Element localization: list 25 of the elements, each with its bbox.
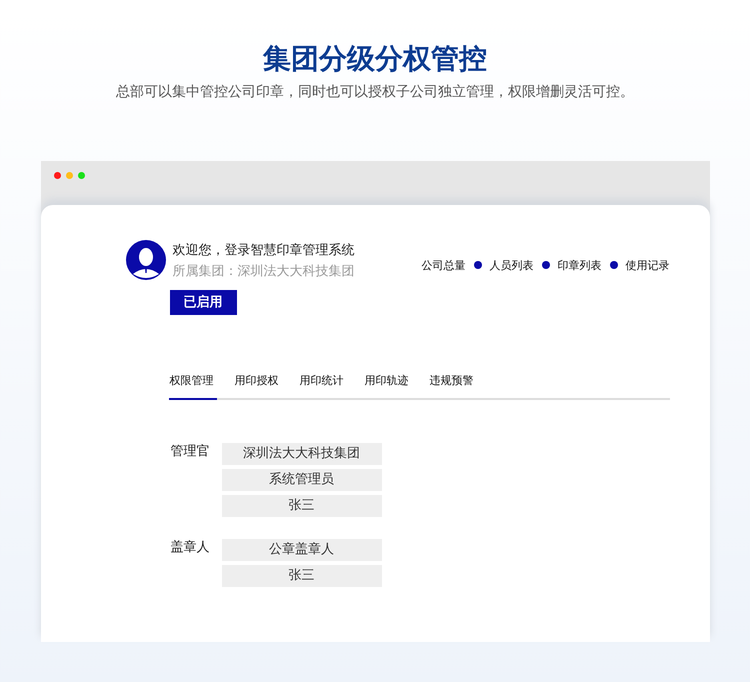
nav-link[interactable]: 使用记录 — [626, 258, 670, 272]
tab[interactable]: 违规预警 — [426, 373, 476, 400]
role-label: 管理官 — [170, 443, 210, 461]
member-item: 张三 — [222, 565, 382, 587]
page-subtitle: 总部可以集中管控公司印章，同时也可以授权子公司独立管理，权限增删灵活可控。 — [116, 83, 634, 102]
member-item: 张三 — [222, 495, 382, 517]
group-name: 所属集团：深圳法大大科技集团 — [172, 263, 354, 281]
tab[interactable]: 权限管理 — [168, 373, 216, 400]
bullet-icon — [542, 261, 550, 269]
nav-link[interactable]: 公司总量 — [422, 258, 466, 272]
member-item: 系统管理员 — [222, 469, 382, 491]
tab[interactable]: 用印轨迹 — [362, 373, 412, 400]
bullet-icon — [474, 261, 482, 269]
tab[interactable]: 用印统计 — [296, 373, 346, 400]
welcome-text: 欢迎您，登录智慧印章管理系统 — [172, 242, 354, 260]
avatar-icon — [126, 240, 166, 280]
tab[interactable]: 用印授权 — [232, 373, 282, 400]
nav-link[interactable]: 人员列表 — [490, 258, 534, 272]
bullet-icon — [610, 261, 618, 269]
status-badge: 已启用 — [170, 290, 236, 315]
nav-link[interactable]: 印章列表 — [558, 258, 602, 272]
page-title: 集团分级分权管控 — [263, 41, 487, 77]
member-item: 深圳法大大科技集团 — [222, 443, 382, 465]
role-label: 盖章人 — [170, 539, 210, 557]
member-item: 公章盖章人 — [222, 539, 382, 561]
